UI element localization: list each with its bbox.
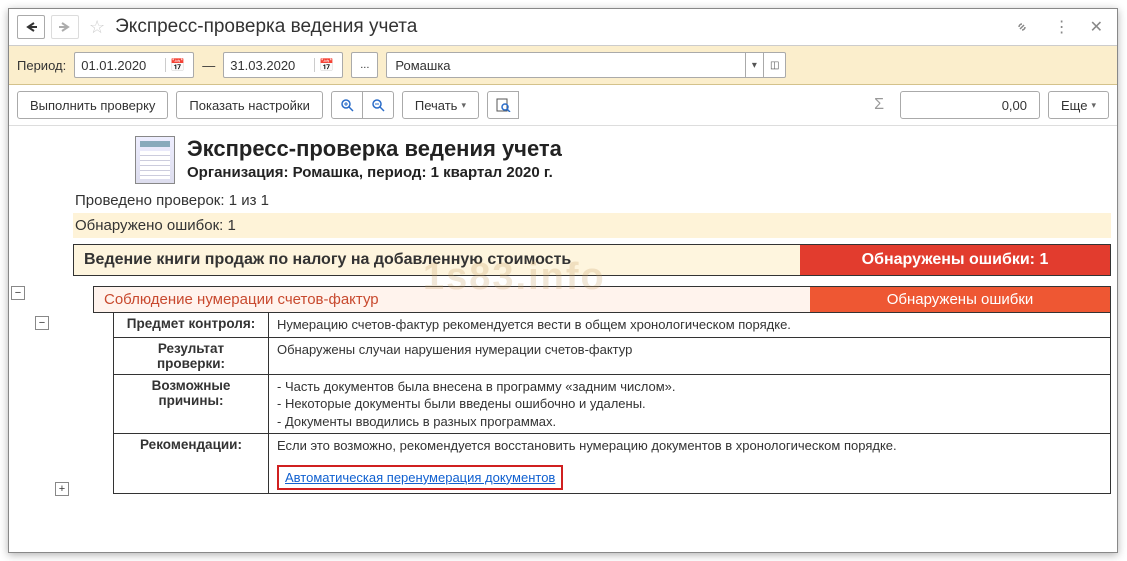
row-value: Обнаружены случаи нарушения нумерации сч… (269, 337, 1110, 374)
close-icon[interactable]: ✕ (1084, 17, 1109, 37)
date-to-input[interactable]: 31.03.2020 📅 (223, 52, 343, 78)
row-label: Рекомендации: (114, 433, 269, 493)
tree-collapse-button[interactable]: − (11, 286, 25, 300)
errors-count: Обнаружено ошибок: 1 (73, 213, 1111, 238)
forward-button[interactable] (51, 15, 79, 39)
tree-expand-button[interactable]: + (55, 482, 69, 496)
renumber-link[interactable]: Автоматическая перенумерация документов (285, 470, 555, 485)
sigma-icon: Σ (866, 96, 892, 114)
organization-select[interactable]: Ромашка ▾ ◫ (386, 52, 786, 78)
calendar-icon[interactable]: 📅 (314, 58, 338, 72)
tree-column-1: − (9, 126, 33, 552)
sum-input[interactable]: 0,00 (900, 91, 1040, 119)
date-to-value: 31.03.2020 (230, 58, 314, 73)
tree-column-2: − (33, 126, 53, 552)
titlebar: ☆ Экспресс-проверка ведения учета ⋮ ✕ (9, 9, 1117, 46)
section1-status: Обнаружены ошибки: 1 (800, 245, 1110, 275)
back-button[interactable] (17, 15, 45, 39)
collapse-all-button[interactable] (362, 91, 394, 119)
row-value: - Часть документов была внесена в програ… (269, 374, 1110, 434)
document-icon (135, 136, 175, 184)
preview-button[interactable] (487, 91, 519, 119)
more-button[interactable]: Еще ▾ (1048, 91, 1109, 119)
dash: — (202, 58, 215, 73)
favorite-icon[interactable]: ☆ (89, 17, 105, 38)
open-icon[interactable]: ◫ (763, 53, 785, 77)
report-subtitle: Организация: Ромашка, период: 1 квартал … (187, 164, 562, 181)
row-value: Нумерацию счетов-фактур рекомендуется ве… (269, 313, 1110, 337)
page-title: Экспресс-проверка ведения учета (115, 16, 997, 38)
row-label: Возможные причины: (114, 374, 269, 434)
table-row: Результат проверки: Обнаружены случаи на… (114, 337, 1110, 374)
section1-title: Ведение книги продаж по налогу на добавл… (74, 245, 800, 275)
row-value: Если это возможно, рекомендуется восстан… (269, 433, 1110, 493)
toolbar: Выполнить проверку Показать настройки Пе… (9, 85, 1117, 126)
print-button[interactable]: Печать ▾ (402, 91, 479, 119)
tree-collapse-button[interactable]: − (35, 316, 49, 330)
period-more-button[interactable]: ... (351, 52, 378, 78)
table-row: Рекомендации: Если это возможно, рекомен… (114, 433, 1110, 493)
expand-all-button[interactable] (331, 91, 363, 119)
table-row: Возможные причины: - Часть документов бы… (114, 374, 1110, 434)
run-check-button[interactable]: Выполнить проверку (17, 91, 168, 119)
row-label: Предмет контроля: (114, 313, 269, 337)
section2-title: Соблюдение нумерации счетов-фактур (94, 287, 810, 312)
link-icon[interactable] (1014, 19, 1030, 35)
detail-table: Предмет контроля: Нумерацию счетов-факту… (113, 313, 1111, 494)
organization-value: Ромашка (387, 58, 745, 73)
date-from-input[interactable]: 01.01.2020 📅 (74, 52, 194, 78)
section-header-2[interactable]: Соблюдение нумерации счетов-фактур Обнар… (93, 286, 1111, 313)
report-title: Экспресс-проверка ведения учета (187, 136, 562, 162)
checks-count: Проведено проверок: 1 из 1 (73, 188, 1111, 213)
table-row: Предмет контроля: Нумерацию счетов-факту… (114, 313, 1110, 337)
tree-column-3: + (53, 126, 73, 552)
more-icon[interactable]: ⋮ (1046, 17, 1078, 37)
workarea: − − + 1s83.info Экспресс-проверка ведени… (9, 126, 1117, 552)
calendar-icon[interactable]: 📅 (165, 58, 189, 72)
highlighted-link-box: Автоматическая перенумерация документов (277, 465, 563, 491)
row-label: Результат проверки: (114, 337, 269, 374)
period-label: Период: (17, 58, 66, 73)
report-body: 1s83.info Экспресс-проверка ведения учет… (73, 126, 1117, 552)
date-from-value: 01.01.2020 (81, 58, 165, 73)
show-settings-button[interactable]: Показать настройки (176, 91, 322, 119)
dropdown-icon[interactable]: ▾ (745, 53, 763, 77)
period-bar: Период: 01.01.2020 📅 — 31.03.2020 📅 ... … (9, 46, 1117, 85)
section-header-1[interactable]: Ведение книги продаж по налогу на добавл… (73, 244, 1111, 276)
section2-status: Обнаружены ошибки (810, 287, 1110, 312)
